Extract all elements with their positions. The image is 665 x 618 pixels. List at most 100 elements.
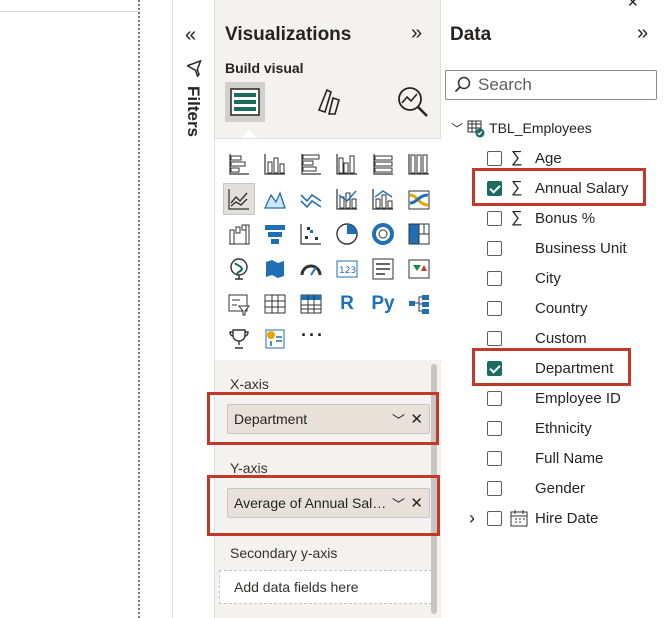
line-chart-icon[interactable]: [223, 183, 255, 215]
kpi-icon[interactable]: [404, 254, 434, 284]
secondary-y-axis-drop-zone[interactable]: Add data fields here: [219, 570, 432, 604]
smart-narrative-icon[interactable]: [260, 324, 290, 354]
scatter-chart-icon[interactable]: [296, 219, 326, 249]
field-name: Bonus %: [535, 209, 596, 227]
field-name: Ethnicity: [535, 419, 592, 437]
r-visual-label: R: [340, 293, 354, 314]
stacked-area-chart-icon[interactable]: [296, 184, 326, 214]
report-canvas[interactable]: [0, 0, 172, 618]
clustered-column-chart-icon[interactable]: [332, 149, 362, 179]
field-checkbox[interactable]: [487, 390, 502, 406]
analytics-icon[interactable]: [393, 82, 433, 122]
visualizations-title: Visualizations: [225, 24, 352, 45]
field-checkbox[interactable]: [487, 480, 502, 496]
funnel-chart-icon[interactable]: [260, 219, 290, 249]
r-visual-icon[interactable]: R: [332, 289, 362, 319]
field-name: Full Name: [535, 449, 604, 467]
pie-chart-icon[interactable]: [332, 219, 362, 249]
multi-row-card-icon[interactable]: [368, 254, 398, 284]
field-checkbox[interactable]: [487, 450, 502, 466]
calendar-icon: [510, 510, 528, 527]
100-stacked-column-chart-icon[interactable]: [404, 149, 434, 179]
waterfall-chart-icon[interactable]: [224, 219, 254, 249]
field-checkbox[interactable]: [487, 510, 502, 526]
matrix-icon[interactable]: [296, 289, 326, 319]
filters-label[interactable]: Filters: [183, 86, 203, 137]
search-icon: [454, 76, 471, 93]
card-icon[interactable]: 123: [332, 254, 362, 284]
department-highlight-box: [472, 348, 631, 386]
build-mode-toolbar: [225, 82, 435, 128]
field-checkbox[interactable]: [487, 420, 502, 436]
100-stacked-bar-chart-icon[interactable]: [368, 149, 398, 179]
filter-funnel-icon: [187, 60, 202, 78]
x-axis-label: X-axis: [230, 376, 269, 392]
field-checkbox[interactable]: [487, 210, 502, 226]
visualizations-pane: Visualizations » Build visual 123 R Py ·…: [207, 0, 441, 618]
stacked-bar-chart-icon[interactable]: [224, 149, 254, 179]
table-icon[interactable]: [260, 289, 290, 319]
python-visual-icon[interactable]: Py: [368, 289, 398, 319]
expand-data-pane-icon[interactable]: »: [637, 22, 648, 45]
line-and-clustered-column-icon[interactable]: [368, 184, 398, 214]
area-chart-icon[interactable]: [260, 184, 290, 214]
field-row-employee-id[interactable]: Employee ID: [441, 387, 665, 409]
field-row-hire-date[interactable]: › Hire Date: [441, 507, 665, 529]
field-name: Country: [535, 299, 588, 317]
field-row-ethnicity[interactable]: Ethnicity: [441, 417, 665, 439]
slicer-icon[interactable]: [224, 289, 254, 319]
expand-pane-icon[interactable]: »: [411, 22, 422, 45]
ribbon-chart-icon[interactable]: [404, 184, 434, 214]
collapse-filters-icon[interactable]: «: [185, 24, 196, 47]
table-name: TBL_Employees: [489, 120, 592, 136]
python-visual-label: Py: [371, 293, 395, 314]
field-row-full-name[interactable]: Full Name: [441, 447, 665, 469]
data-title: Data: [450, 24, 492, 45]
format-visual-icon[interactable]: [309, 82, 349, 122]
field-row-age[interactable]: ∑ Age: [441, 147, 665, 169]
filled-map-icon[interactable]: [260, 254, 290, 284]
clustered-bar-chart-icon[interactable]: [296, 149, 326, 179]
field-row-custom[interactable]: Custom: [441, 327, 665, 349]
map-icon[interactable]: [224, 254, 254, 284]
field-checkbox[interactable]: [487, 270, 502, 286]
field-checkbox[interactable]: [487, 300, 502, 316]
decomposition-tree-icon[interactable]: [404, 289, 434, 319]
field-row-bonus[interactable]: ∑ Bonus %: [441, 207, 665, 229]
y-axis-highlight-box: [207, 475, 440, 536]
field-row-city[interactable]: City: [441, 267, 665, 289]
chevron-right-icon[interactable]: ›: [469, 508, 475, 529]
field-row-business-unit[interactable]: Business Unit: [441, 237, 665, 259]
field-checkbox[interactable]: [487, 150, 502, 166]
field-row-gender[interactable]: Gender: [441, 477, 665, 499]
gauge-icon[interactable]: [296, 254, 326, 284]
field-name: Hire Date: [535, 509, 599, 527]
donut-chart-icon[interactable]: [368, 219, 398, 249]
field-checkbox[interactable]: [487, 330, 502, 346]
key-influencers-icon[interactable]: [224, 324, 254, 354]
table-icon: [467, 120, 485, 138]
close-icon[interactable]: ✕: [627, 0, 639, 11]
visual-gallery: 123 R Py ···: [215, 138, 441, 360]
build-visual-icon[interactable]: [225, 82, 265, 122]
chevron-down-icon[interactable]: ﹀: [451, 120, 463, 137]
search-input[interactable]: [478, 75, 638, 95]
treemap-icon[interactable]: [404, 219, 434, 249]
field-name: Custom: [535, 329, 587, 347]
data-search-box[interactable]: [445, 70, 657, 100]
sigma-icon: ∑: [511, 149, 523, 166]
field-checkbox[interactable]: [487, 240, 502, 256]
annual-salary-highlight-box: [472, 168, 646, 206]
field-name: Age: [535, 149, 562, 167]
canvas-top-edge: [0, 0, 140, 12]
line-and-stacked-column-icon[interactable]: [332, 184, 362, 214]
stacked-column-chart-icon[interactable]: [260, 149, 290, 179]
field-name: City: [535, 269, 561, 287]
field-row-country[interactable]: Country: [441, 297, 665, 319]
sigma-icon: ∑: [511, 209, 523, 226]
svg-text:123: 123: [339, 266, 356, 276]
data-pane: ✕ Data » ﹀ TBL_Employees ∑Age∑Annual Sal…: [441, 0, 665, 618]
more-visuals-icon[interactable]: ···: [301, 325, 325, 346]
table-node[interactable]: ﹀ TBL_Employees: [451, 118, 592, 138]
field-name: Gender: [535, 479, 586, 497]
